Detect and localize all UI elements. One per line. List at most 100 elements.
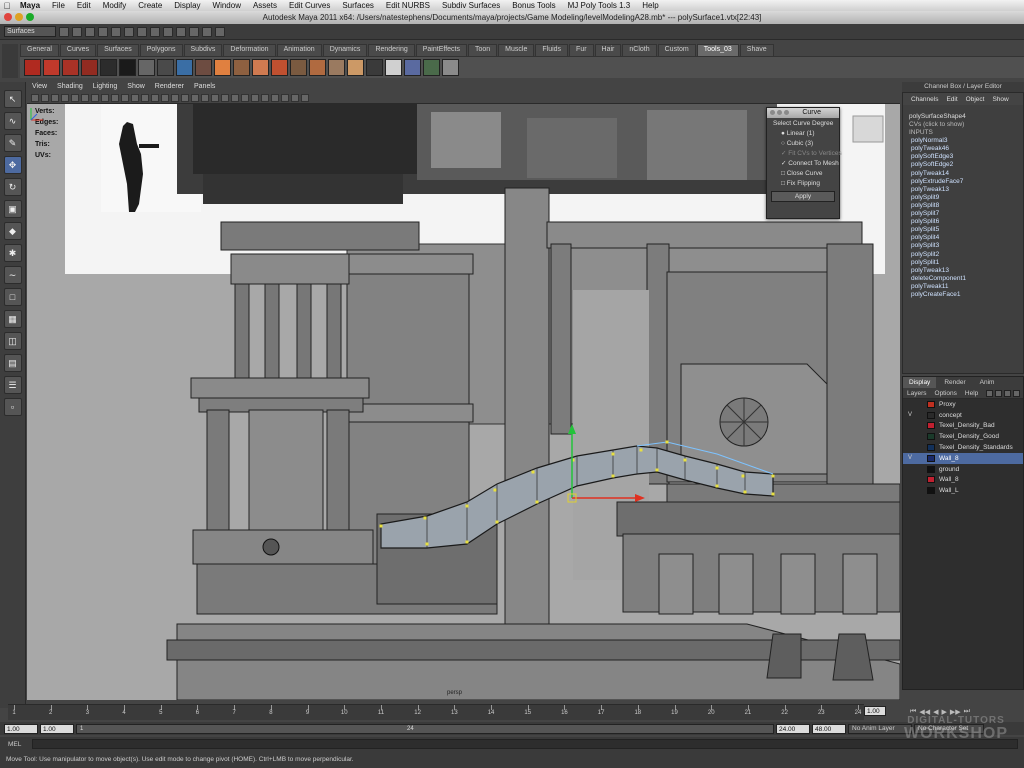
shelf-tab-muscle[interactable]: Muscle bbox=[498, 44, 535, 56]
viewport-menu-shading[interactable]: Shading bbox=[52, 82, 88, 92]
shelf-tab-shave[interactable]: Shave bbox=[739, 44, 774, 56]
curve-cv-point[interactable] bbox=[535, 500, 539, 504]
curve-tool-titlebar[interactable]: Curve bbox=[767, 108, 839, 118]
shelf-tool-icon[interactable] bbox=[62, 59, 79, 76]
history-node[interactable]: polySplit3 bbox=[903, 242, 1023, 250]
close-curve-checkbox[interactable]: □ Close Curve bbox=[767, 168, 839, 178]
shelf-tab-general[interactable]: General bbox=[20, 44, 59, 56]
new-layer-icon[interactable] bbox=[1004, 390, 1011, 397]
shelf-tab-fluids[interactable]: Fluids bbox=[535, 44, 569, 56]
zoom-icon[interactable] bbox=[784, 110, 789, 115]
layer-menu-help[interactable]: Help bbox=[961, 390, 982, 397]
layer-row[interactable]: Texel_Density_Standards bbox=[903, 442, 1023, 453]
curve-cv-point[interactable] bbox=[611, 452, 615, 456]
history-node[interactable]: polyCreateFace1 bbox=[903, 291, 1023, 299]
shelf-tool-icon[interactable] bbox=[81, 59, 98, 76]
manipulator-icon[interactable]: ◆ bbox=[3, 222, 22, 240]
shelf-tab-custom[interactable]: Custom bbox=[657, 44, 696, 56]
play-back-icon[interactable]: ◀ bbox=[933, 708, 938, 716]
selected-object-name[interactable]: polySurfaceShape4 bbox=[903, 113, 1023, 121]
render-icon[interactable] bbox=[189, 26, 199, 37]
layer-color-swatch[interactable] bbox=[927, 422, 935, 430]
menu-mj-poly-tools-1-3[interactable]: MJ Poly Tools 1.3 bbox=[562, 1, 637, 10]
menu-edit[interactable]: Edit bbox=[71, 1, 97, 10]
move-tool-icon[interactable]: ✥ bbox=[3, 156, 22, 174]
viewport-menu-view[interactable]: View bbox=[27, 82, 52, 92]
viewport-tool-icon[interactable] bbox=[181, 93, 189, 102]
fix-flipping-checkbox[interactable]: □ Fix Flipping bbox=[767, 178, 839, 188]
history-node[interactable]: polyTweak13 bbox=[903, 267, 1023, 275]
viewport-tool-icon[interactable] bbox=[91, 93, 99, 102]
layer-row[interactable]: Vconcept bbox=[903, 410, 1023, 421]
menu-help[interactable]: Help bbox=[636, 1, 664, 10]
shelf-tool-icon[interactable] bbox=[119, 59, 136, 76]
time-slider[interactable]: 1 2 3 4 5 6 7 8 9 10 11 12 13 14 15 16 17 18 19 20 21 22 23 24 bbox=[8, 704, 864, 720]
menu-modify[interactable]: Modify bbox=[97, 1, 133, 10]
history-node[interactable]: polyTweak11 bbox=[903, 283, 1023, 291]
shelf-tab-animation[interactable]: Animation bbox=[276, 44, 322, 56]
history-node[interactable]: polySplit1 bbox=[903, 259, 1023, 267]
layer-color-swatch[interactable] bbox=[927, 465, 935, 473]
history-node[interactable]: polySoftEdge3 bbox=[903, 153, 1023, 161]
viewport-tool-icon[interactable] bbox=[281, 93, 289, 102]
current-frame-field[interactable]: 1.00 bbox=[864, 706, 886, 716]
ipr-render-icon[interactable] bbox=[202, 26, 212, 37]
linear-option[interactable]: ● Linear (1) bbox=[767, 128, 839, 138]
shelf-tool-icon[interactable] bbox=[290, 59, 307, 76]
layer-row[interactable]: Proxy bbox=[903, 399, 1023, 410]
select-component-icon[interactable] bbox=[124, 26, 134, 37]
history-node[interactable]: polySplit8 bbox=[903, 202, 1023, 210]
shelf-tool-icon[interactable] bbox=[442, 59, 459, 76]
shelf-tool-icon[interactable] bbox=[100, 59, 117, 76]
last-tool-icon[interactable]: ✱ bbox=[3, 244, 22, 262]
anim-layer-dropdown[interactable]: No Anim Layer bbox=[848, 723, 912, 734]
minimize-icon[interactable] bbox=[777, 110, 782, 115]
layer-row[interactable]: V Wall_8 bbox=[903, 452, 1023, 464]
layout-four-icon[interactable]: ▦ bbox=[3, 310, 22, 328]
layer-menu-layers[interactable]: Layers bbox=[903, 390, 931, 397]
menu-bonus-tools[interactable]: Bonus Tools bbox=[506, 1, 561, 10]
scale-tool-icon[interactable]: ▣ bbox=[3, 200, 22, 218]
close-icon[interactable] bbox=[4, 13, 12, 21]
shelf-tab-tools-03[interactable]: Tools_03 bbox=[696, 44, 739, 56]
curve-cv-point[interactable] bbox=[715, 466, 719, 470]
viewport-tool-icon[interactable] bbox=[51, 93, 59, 102]
snap-grid-icon[interactable] bbox=[137, 26, 147, 37]
viewport-tool-icon[interactable] bbox=[31, 93, 39, 102]
shelf-tab-surfaces[interactable]: Surfaces bbox=[97, 44, 139, 56]
select-hierarchy-icon[interactable] bbox=[98, 26, 108, 37]
viewport-tool-icon[interactable] bbox=[121, 93, 129, 102]
layer-color-swatch[interactable] bbox=[927, 433, 935, 441]
viewport-tool-icon[interactable] bbox=[41, 93, 49, 102]
history-node[interactable]: polyTweak46 bbox=[903, 145, 1023, 153]
visibility-toggle[interactable]: V bbox=[905, 412, 915, 418]
shelf-tool-icon[interactable] bbox=[233, 59, 250, 76]
curve-cv-point[interactable] bbox=[493, 488, 497, 492]
layer-row[interactable]: ground bbox=[903, 464, 1023, 475]
curve-cv-point[interactable] bbox=[425, 542, 429, 546]
viewport-tool-icon[interactable] bbox=[261, 93, 269, 102]
viewport-menu-panels[interactable]: Panels bbox=[189, 82, 220, 92]
shelf-tab-painteffects[interactable]: PaintEffects bbox=[415, 44, 467, 56]
menu-maya[interactable]: Maya bbox=[14, 1, 46, 10]
viewport-tool-icon[interactable] bbox=[171, 93, 179, 102]
command-input[interactable] bbox=[32, 739, 1018, 749]
viewport-tool-icon[interactable] bbox=[151, 93, 159, 102]
shelf-menu-button[interactable] bbox=[2, 44, 18, 78]
new-layer-selected-icon[interactable] bbox=[1013, 390, 1020, 397]
menu-create[interactable]: Create bbox=[132, 1, 168, 10]
layer-tab-render[interactable]: Render bbox=[938, 377, 971, 388]
mel-label[interactable]: MEL bbox=[8, 741, 28, 748]
minimize-icon[interactable] bbox=[15, 13, 23, 21]
select-object-icon[interactable] bbox=[111, 26, 121, 37]
layout-outliner-icon[interactable]: ☰ bbox=[3, 376, 22, 394]
layer-row[interactable]: Texel_Density_Bad bbox=[903, 421, 1023, 432]
layer-menu-options[interactable]: Options bbox=[931, 390, 961, 397]
shelf-tab-ncloth[interactable]: nCloth bbox=[622, 44, 657, 56]
shelf-tab-hair[interactable]: Hair bbox=[594, 44, 622, 56]
menu-subdiv-surfaces[interactable]: Subdiv Surfaces bbox=[436, 1, 506, 10]
close-icon[interactable] bbox=[770, 110, 775, 115]
new-scene-icon[interactable] bbox=[59, 26, 69, 37]
history-icon[interactable] bbox=[176, 26, 186, 37]
open-scene-icon[interactable] bbox=[72, 26, 82, 37]
